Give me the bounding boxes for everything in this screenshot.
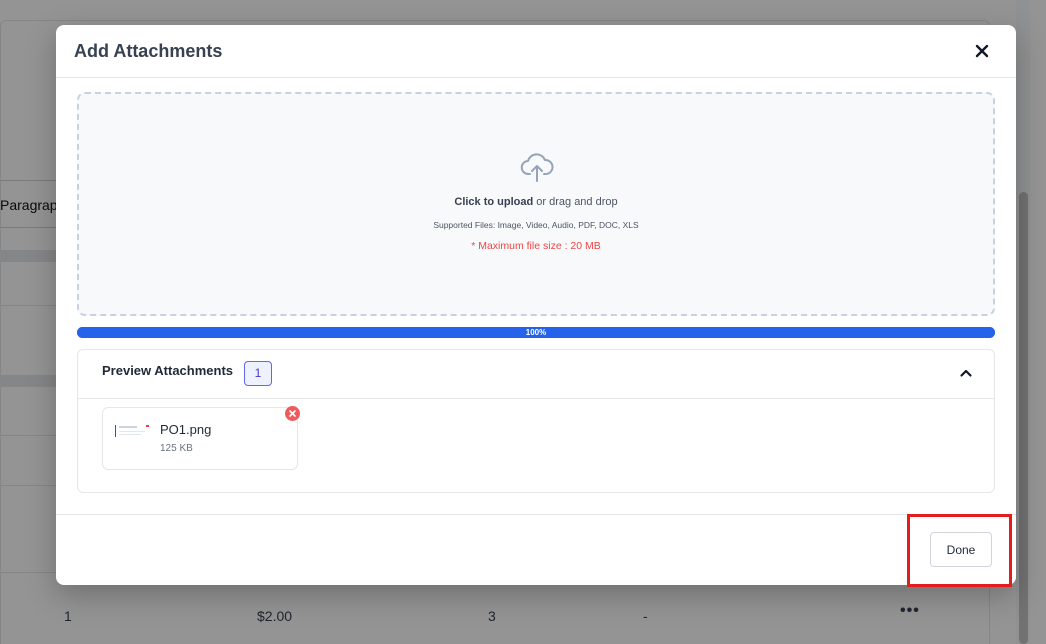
modal-header: Add Attachments [56, 25, 1016, 78]
preview-attachments-panel: Preview Attachments 1 PO1.png 125 KB [77, 349, 995, 493]
file-thumbnail [113, 423, 151, 439]
upload-instruction: Click to upload or drag and drop [79, 196, 993, 208]
upload-dropzone[interactable]: Click to upload or drag and drop Support… [77, 92, 995, 316]
modal-title: Add Attachments [74, 41, 223, 61]
file-size: 125 KB [160, 443, 193, 454]
done-button[interactable]: Done [930, 532, 992, 567]
max-file-size-text: * Maximum file size : 20 MB [471, 240, 601, 252]
preview-title: Preview Attachments [102, 363, 234, 378]
preview-header[interactable]: Preview Attachments 1 [78, 350, 994, 399]
progress-label: 100% [525, 328, 547, 337]
supported-files-text: Supported Files: Image, Video, Audio, PD… [433, 220, 639, 230]
attachment-count-badge: 1 [244, 361, 272, 386]
drag-drop-text: or drag and drop [536, 196, 618, 208]
click-to-upload-link[interactable]: Click to upload [454, 196, 533, 208]
close-circle-icon [289, 410, 296, 417]
close-icon [975, 44, 989, 58]
close-button[interactable] [970, 39, 994, 63]
attachment-file-card[interactable]: PO1.png 125 KB [102, 406, 300, 470]
remove-attachment-button[interactable] [285, 406, 300, 421]
add-attachments-modal: Add Attachments Click to upload or drag … [56, 25, 1016, 585]
footer-divider [56, 514, 1016, 515]
upload-progress-bar: 100% [77, 327, 995, 338]
chevron-up-icon[interactable] [958, 365, 974, 381]
file-name: PO1.png [160, 422, 212, 437]
cloud-upload-icon [520, 153, 554, 182]
